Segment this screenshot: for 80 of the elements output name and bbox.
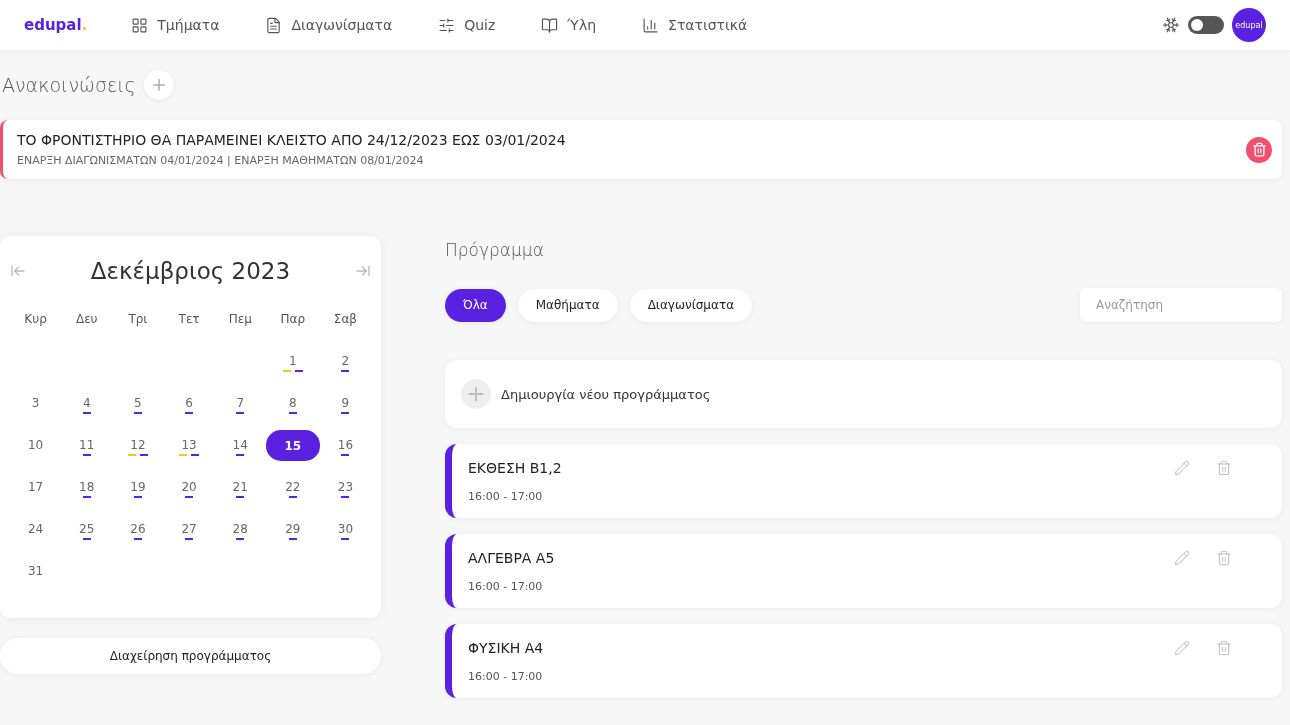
schedule-title: ΑΛΓΕΒΡΑ Α5 bbox=[468, 549, 556, 566]
calendar-day[interactable]: 16 bbox=[337, 438, 354, 452]
calendar-day[interactable]: 5 bbox=[134, 396, 142, 410]
calendar-day[interactable]: 2 bbox=[341, 354, 350, 368]
calendar-day[interactable]: 25 bbox=[79, 522, 95, 536]
nav-link[interactable]: Ύλη bbox=[541, 16, 597, 34]
nav-link[interactable]: Στατιστικά bbox=[642, 16, 748, 34]
nav-link[interactable]: Quiz bbox=[438, 16, 496, 34]
calendar-day[interactable]: 26 bbox=[130, 522, 146, 536]
snowflake-icon bbox=[1162, 16, 1180, 34]
delete-icon[interactable] bbox=[1216, 550, 1232, 566]
calendar-day[interactable]: 10 bbox=[27, 438, 44, 452]
document-icon bbox=[265, 16, 283, 34]
calendar-day[interactable]: 22 bbox=[285, 480, 301, 494]
weekday-label: Πεμ bbox=[228, 312, 252, 328]
calendar-day[interactable]: 21 bbox=[232, 480, 248, 494]
delete-icon[interactable] bbox=[1216, 460, 1232, 476]
announcement-title: ΤΟ ΦΡΟΝΤΙΣΤΗΡΙΟ ΘΑ ΠΑΡΑΜΕΙΝΕΙ ΚΛΕΙΣΤΟ ΑΠΟ 24/12/2023 ΕΩΣ 03/01/2024 bbox=[17, 132, 567, 148]
calendar-month: Δεκέμβριος 2023 bbox=[90, 258, 291, 284]
create-schedule-button[interactable]: Δημιουργία νέου προγράμματος bbox=[445, 360, 1282, 428]
next-month-icon[interactable] bbox=[355, 263, 371, 279]
theme-toggle[interactable] bbox=[1188, 16, 1224, 34]
schedule-time: 16:00 - 17:00 bbox=[468, 579, 544, 593]
calendar-day[interactable]: 9 bbox=[341, 396, 350, 410]
edit-icon[interactable] bbox=[1174, 640, 1190, 656]
calendar-day[interactable]: 4 bbox=[82, 396, 91, 410]
schedule-time: 16:00 - 17:00 bbox=[468, 489, 544, 503]
weekday-label: Κυρ bbox=[24, 312, 47, 328]
calendar-day[interactable]: 20 bbox=[181, 480, 197, 494]
calendar-day[interactable]: 31 bbox=[27, 564, 44, 578]
calendar-day[interactable]: 19 bbox=[130, 480, 146, 494]
nav-link[interactable]: Τμήματα bbox=[131, 16, 220, 34]
calendar-day[interactable]: 1 bbox=[289, 354, 297, 368]
manage-schedule-button[interactable]: Διαχείρηση προγράμματος bbox=[0, 638, 381, 674]
search-field[interactable]: Αναζήτηση bbox=[1080, 288, 1282, 322]
section-title: Πρόγραμμα bbox=[445, 240, 545, 260]
announcement-subtitle: ΕΝΑΡΞΗ ΔΙΑΓΩΝΙΣΜΑΤΩΝ 04/01/2024 | ΕΝΑΡΞΗ ΜΑΘΗΜΑΤΩΝ 08/01/2024 bbox=[17, 154, 425, 167]
calendar-day[interactable]: 14 bbox=[232, 438, 248, 452]
calendar-day[interactable]: 13 bbox=[181, 438, 197, 452]
bar-chart-icon bbox=[642, 16, 660, 34]
schedule-time: 16:00 - 17:00 bbox=[468, 669, 544, 683]
calendar-day[interactable]: 30 bbox=[337, 522, 354, 536]
calendar-day[interactable]: 28 bbox=[232, 522, 248, 536]
calendar-day[interactable]: 27 bbox=[181, 522, 197, 536]
schedule-title: ΕΚΘΕΣΗ Β1,2 bbox=[468, 459, 563, 476]
avatar[interactable]: edupal bbox=[1232, 8, 1266, 42]
sliders-icon bbox=[438, 16, 456, 34]
logo[interactable]: edupal. bbox=[24, 16, 88, 34]
weekday-label: Δευ bbox=[75, 312, 98, 328]
calendar-day[interactable]: 6 bbox=[185, 396, 193, 410]
calendar-day[interactable]: 12 bbox=[130, 438, 146, 452]
schedule-title: ΦΥΣΙΚΗ Α4 bbox=[468, 639, 545, 656]
filter-tab[interactable]: Όλα bbox=[445, 288, 506, 322]
calendar-day[interactable]: 8 bbox=[289, 396, 297, 410]
delete-icon[interactable] bbox=[1216, 640, 1232, 656]
calendar-day[interactable]: 3 bbox=[31, 396, 40, 410]
edit-icon[interactable] bbox=[1174, 460, 1190, 476]
calendar-day[interactable]: 11 bbox=[79, 438, 95, 452]
weekday-label: Σαβ bbox=[333, 312, 357, 328]
filter-tab[interactable]: Μαθήματα bbox=[517, 288, 618, 322]
calendar-day[interactable]: 18 bbox=[79, 480, 95, 494]
delete-button[interactable] bbox=[1246, 136, 1272, 163]
nav-link[interactable]: Διαγωνίσματα bbox=[265, 16, 393, 34]
weekday-label: Παρ bbox=[280, 312, 306, 328]
grid-icon bbox=[131, 16, 149, 34]
calendar-day[interactable]: 15 bbox=[265, 430, 320, 461]
section-title: Ανακοινώσεις bbox=[2, 74, 136, 96]
calendar-day[interactable]: 23 bbox=[337, 480, 354, 494]
add-button[interactable] bbox=[143, 70, 174, 100]
calendar-day[interactable]: 29 bbox=[285, 522, 301, 536]
filter-tab[interactable]: Διαγωνίσματα bbox=[629, 288, 753, 322]
book-icon bbox=[541, 16, 559, 34]
weekday-label: Τετ bbox=[178, 312, 200, 328]
calendar-day[interactable]: 7 bbox=[236, 396, 245, 410]
weekday-label: Τρι bbox=[128, 312, 148, 328]
trash-icon bbox=[1251, 142, 1267, 157]
calendar-day[interactable]: 24 bbox=[27, 522, 44, 536]
previous-month-icon[interactable] bbox=[10, 263, 26, 279]
calendar-day[interactable]: 17 bbox=[27, 480, 44, 494]
edit-icon[interactable] bbox=[1174, 550, 1190, 566]
